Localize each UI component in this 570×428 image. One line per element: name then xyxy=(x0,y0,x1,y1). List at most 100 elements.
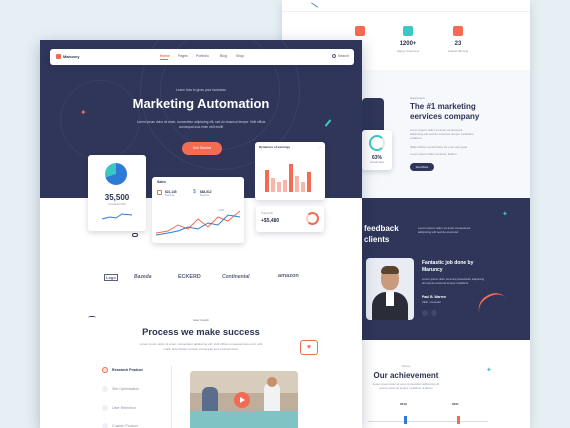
step-icon xyxy=(102,405,108,411)
front-page: Maruncy Home Pages Portfolio Blog Shop S… xyxy=(40,40,362,428)
quote-body: Lorem ipsum dolor sit amet consectetur a… xyxy=(422,277,485,285)
pie-chart-icon xyxy=(105,163,127,185)
prev-arrow-button[interactable] xyxy=(422,310,428,316)
year-left: 2019 xyxy=(400,402,407,406)
stat-icon-teal xyxy=(403,26,413,36)
sales-title: Sales xyxy=(157,180,166,184)
stat-icon-orange xyxy=(355,26,365,36)
sales-widget: Sales $21,145 Revenue $ $84,512 Revenue … xyxy=(152,177,244,243)
dynamics-widget: Dynamics of earnings ⋯ xyxy=(255,142,325,200)
stat-label: Happy Customers xyxy=(396,49,420,53)
brand-name[interactable]: Maruncy xyxy=(63,54,79,59)
navbar: Maruncy Home Pages Portfolio Blog Shop S… xyxy=(50,49,354,65)
about-check1: Wide offices constructive for your own g… xyxy=(410,145,467,149)
partner-logo: Logo xyxy=(104,274,118,281)
stat-label: Awards Winning xyxy=(447,49,469,53)
sales-a-label: Revenue xyxy=(165,194,175,197)
sales-b-label: Revenue xyxy=(200,194,210,197)
get-started-button[interactable]: Get Started xyxy=(182,142,222,155)
profit-widget: Total profit +$5,480 xyxy=(256,206,324,232)
about-title-line1: The #1 marketing xyxy=(410,102,476,111)
partner-logo: amazon xyxy=(278,273,299,279)
achievement-eyebrow: Victory xyxy=(401,364,411,368)
get-more-button[interactable]: Get More xyxy=(410,163,434,171)
photo-head xyxy=(267,377,277,387)
step-label: Site Optimization xyxy=(112,386,140,391)
search-icon[interactable] xyxy=(332,54,336,58)
about-title-line2: eervices company xyxy=(410,112,480,121)
next-arrow-button[interactable] xyxy=(431,310,437,316)
timeline-marker xyxy=(457,416,460,424)
timeline-marker xyxy=(404,416,407,424)
partner-logo: Continental xyxy=(222,274,250,280)
partner-logo: ECKERD xyxy=(178,274,201,280)
process-step-active[interactable]: Research Product xyxy=(102,366,168,375)
donut-chart-icon xyxy=(306,212,319,225)
nav-item-blog[interactable]: Blog xyxy=(220,54,227,58)
more-icon[interactable]: ⋯ xyxy=(318,145,322,150)
play-icon xyxy=(240,396,245,403)
stat-value: 23 xyxy=(454,41,462,47)
timeline-line xyxy=(368,421,488,422)
total-label: Total profit xyxy=(261,212,273,215)
quote-title-line1: Fantastic job done by xyxy=(422,260,474,266)
bar-chart xyxy=(265,164,311,192)
client-hair xyxy=(381,266,399,274)
process-title: Process we make success xyxy=(142,326,260,337)
sparkle-icon: ✦ xyxy=(486,367,492,374)
dynamics-title: Dynamics of earnings xyxy=(259,145,291,149)
decor-squiggle-icon xyxy=(88,316,96,319)
nav-item-shop[interactable]: Shop xyxy=(236,54,244,58)
process-step[interactable]: Site Optimization xyxy=(102,385,168,394)
hero-eyebrow: Learn how to grow your business xyxy=(176,88,226,92)
decor-squiggle-icon xyxy=(132,233,138,237)
growth-ring xyxy=(369,135,385,151)
stat-value: 1200+ xyxy=(399,41,417,47)
dollar-icon: $ xyxy=(193,189,196,195)
brand-logo-icon xyxy=(56,54,61,59)
stat-icon-orange xyxy=(453,26,463,36)
about-body: Lorem ipsum dolor sit amet consectetur a… xyxy=(410,128,474,140)
achievement-title: Our achievement xyxy=(373,371,439,380)
process-video-thumbnail[interactable] xyxy=(190,371,298,428)
step-icon xyxy=(102,423,108,428)
nav-item-pages[interactable]: Pages xyxy=(178,54,188,58)
big-stat-label: Increased 20% xyxy=(108,203,126,206)
hero-body-line1: Lorem ipsum dolor sit amet, consectetur … xyxy=(136,120,266,124)
hero-body-line2: consequat duis enim velit mollit xyxy=(178,125,224,129)
sales-a-icon xyxy=(157,190,162,195)
author-role: CEO - Founder xyxy=(422,300,441,304)
mini-line-chart xyxy=(102,213,132,220)
big-stat-value: 35,500 xyxy=(104,193,130,202)
sales-line-chart xyxy=(156,210,240,236)
step-label: Research Product xyxy=(112,367,143,372)
step-icon xyxy=(102,386,108,392)
nav-item-home[interactable]: Home xyxy=(160,54,170,58)
process-body-line1: Lorem ipsum dolor sit amet, consectetur … xyxy=(139,342,263,346)
about-check2: Lorem ipsum dolor sit amet, bellum xyxy=(410,152,457,156)
play-button[interactable] xyxy=(234,392,250,408)
year-right: 2021 xyxy=(452,402,459,406)
author-name: Paul B. Warren xyxy=(422,295,446,299)
photo-table xyxy=(190,411,298,428)
process-step[interactable]: Custom Product xyxy=(102,422,168,428)
sparkle-icon: ✦ xyxy=(80,108,87,117)
growth-card: 63% Growth Rate xyxy=(362,130,392,170)
search-label[interactable]: Search xyxy=(338,54,349,58)
process-step[interactable]: User Retention xyxy=(102,404,168,413)
chat-heart-icon: ♥ xyxy=(300,340,318,355)
quote-title-line2: Maruncy xyxy=(422,267,443,273)
feedback-title-line1: feedback xyxy=(364,224,399,233)
decor-curve xyxy=(474,288,512,324)
achievement-body: Lorem ipsum dolor sit amet consectetur a… xyxy=(372,382,440,390)
nav-item-portfolio[interactable]: Portfolio xyxy=(196,54,209,58)
partner-logo: Bazeda xyxy=(134,274,152,280)
feedback-body: Lorem ipsum dolor sit amet consectetur a… xyxy=(418,226,471,234)
step-label: Custom Product xyxy=(112,423,138,428)
total-value: +$5,480 xyxy=(261,218,280,224)
process-eyebrow: How it work xyxy=(193,318,209,322)
stat-widget: 35,500 Increased 20% xyxy=(88,155,146,231)
step-icon xyxy=(102,367,108,373)
feedback-title-line2: clients xyxy=(364,235,390,244)
process-body-line2: mollit. Exercitation veniam consequat su… xyxy=(163,347,239,351)
